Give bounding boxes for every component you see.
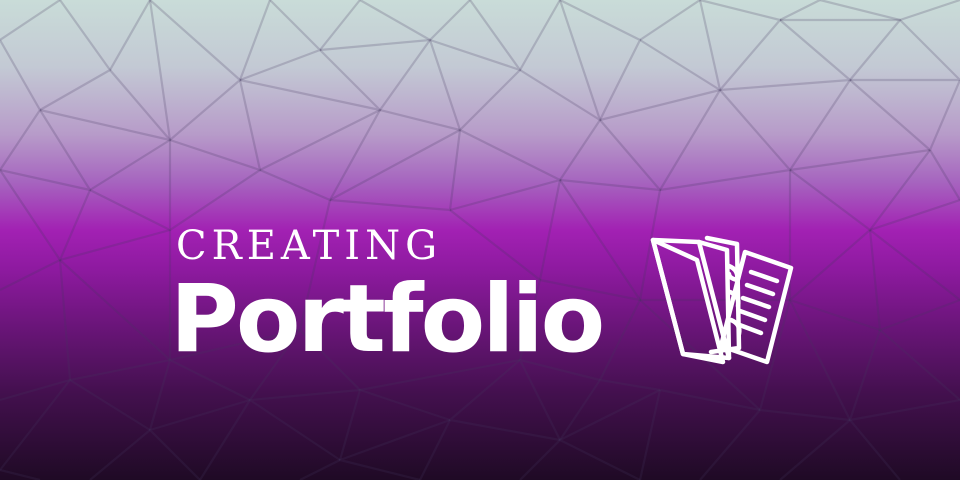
geometric-background-pattern [0,0,960,480]
banner-title: Portfolio [170,265,605,374]
portfolio-banner: CREATING Portfolio [0,0,960,480]
folder-documents-icon [650,235,794,365]
banner-subtitle: CREATING [176,223,443,269]
